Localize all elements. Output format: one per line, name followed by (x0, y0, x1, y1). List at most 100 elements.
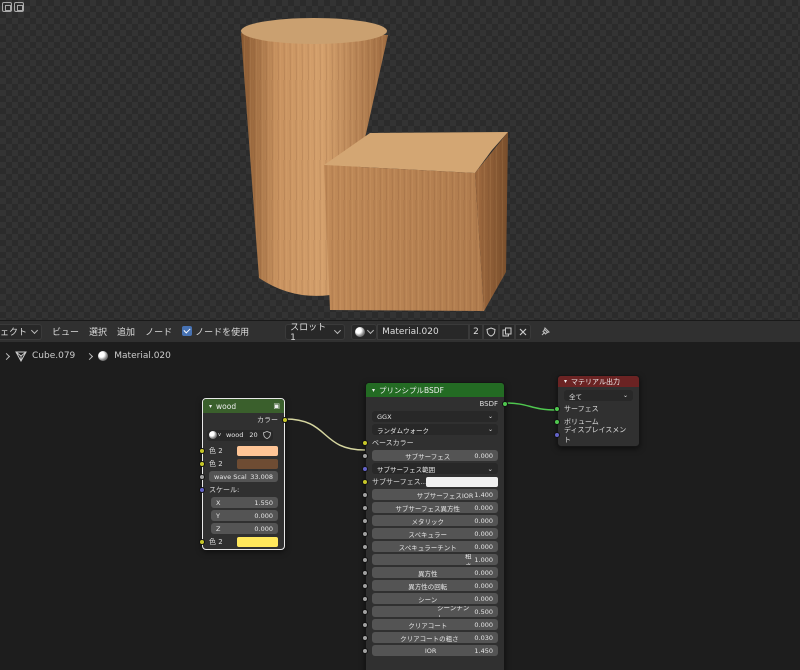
wave-scale-field[interactable]: wave Scal 33.008 (209, 471, 278, 482)
scale-z-value: 0.000 (254, 524, 273, 533)
output-node-header[interactable]: ▾ マテリアル出力 (558, 376, 639, 387)
bsdf-input-slider[interactable]: サブサーフェスIOR 1.400 (372, 489, 498, 500)
menu-add[interactable]: 追加 (117, 325, 135, 338)
texture-browse-button[interactable]: v (207, 429, 223, 441)
chevron-down-icon: ⌄ (487, 413, 493, 420)
bsdf-input-socket[interactable] (362, 582, 368, 589)
bsdf-input-row: 異方性の回転 0.000 (362, 579, 504, 592)
menu-node[interactable]: ノード (145, 325, 172, 338)
output-target-row: 全て ⌄ (558, 389, 639, 402)
bsdf-input-socket[interactable] (362, 452, 368, 459)
bsdf-input-slider[interactable]: スペキュラーチント 0.000 (372, 541, 498, 552)
editor-type-dropdown[interactable]: ェクト (0, 323, 43, 340)
bsdf-input-socket[interactable] (362, 491, 368, 498)
bsdf-input-slider[interactable]: 粗さ1.000 (372, 554, 498, 565)
material-browse-button[interactable] (351, 323, 378, 340)
bsdf-node-title: プリンシプルBSDF (379, 385, 444, 395)
base-color-row: ベースカラー (362, 436, 504, 449)
texture-name-field[interactable]: wood (222, 429, 247, 441)
output-target-dropdown[interactable]: 全て ⌄ (564, 390, 633, 401)
scale-z-field[interactable]: Z 0.000 (211, 523, 278, 534)
bsdf-input-socket[interactable] (362, 595, 368, 602)
color2-swatch[interactable] (237, 458, 278, 469)
unlink-material-button[interactable] (514, 323, 531, 340)
material-name-field[interactable]: Material.020 (377, 323, 470, 340)
bsdf-input-slider[interactable]: シーンチント 0.500 (372, 606, 498, 617)
bsdf-input-socket[interactable] (362, 608, 368, 615)
slot-dropdown[interactable]: スロット1 (285, 323, 346, 343)
surface-socket[interactable] (554, 405, 560, 412)
duplicate-material-button[interactable] (498, 323, 515, 340)
base-color-socket[interactable] (362, 439, 368, 446)
checkbox-icon[interactable] (182, 326, 193, 336)
scale-socket[interactable] (199, 486, 205, 493)
displacement-socket[interactable] (554, 431, 560, 438)
subsurface-method-dropdown[interactable]: ランダムウォーク ⌄ (372, 424, 498, 435)
bsdf-input-socket[interactable] (362, 465, 368, 472)
breadcrumb-material: Material.020 (114, 351, 171, 361)
output-color-socket[interactable] (282, 416, 288, 423)
menu-view[interactable]: ビュー (52, 325, 79, 338)
bsdf-input-socket[interactable] (362, 647, 368, 654)
menu-select[interactable]: 選択 (89, 325, 107, 338)
bsdf-input-socket[interactable] (362, 569, 368, 576)
bsdf-input-slider[interactable]: サブサーフェス 0.000 (372, 450, 498, 461)
bsdf-input-slider[interactable]: サブサーフェス異方性 0.000 (372, 502, 498, 513)
color1-swatch[interactable] (237, 445, 278, 456)
collapse-icon[interactable]: ▾ (209, 403, 212, 410)
fake-user-button[interactable] (482, 323, 499, 340)
bsdf-input-socket[interactable] (362, 478, 368, 485)
bsdf-input-slider[interactable]: 異方性 0.000 (372, 567, 498, 578)
bsdf-input-value: 0.000 (474, 581, 493, 590)
bsdf-input-socket[interactable] (362, 543, 368, 550)
bsdf-input-socket[interactable] (362, 504, 368, 511)
principled-bsdf-node[interactable]: ▾ プリンシプルBSDF BSDF GGX ⌄ ランダムウォーク ⌄ ベースカラ… (362, 382, 508, 670)
distribution-value: GGX (377, 412, 392, 421)
bsdf-output-socket[interactable] (502, 400, 508, 407)
bsdf-input-socket[interactable] (362, 530, 368, 537)
wave-scale-socket[interactable] (199, 473, 205, 480)
material-output-node[interactable]: ▾ マテリアル出力 全て ⌄ サーフェス ボリューム ディスプレイスメント (554, 375, 640, 447)
bsdf-input-slider[interactable]: IOR 1.450 (372, 645, 498, 656)
bsdf-input-socket[interactable] (362, 621, 368, 628)
subsurface-method-value: ランダムウォーク (377, 426, 429, 435)
pin-icon[interactable] (539, 326, 551, 338)
color1-socket[interactable] (199, 447, 205, 454)
node-editor-canvas[interactable]: ▾ wood ▣ カラー v wood 20 色 2 色 2 wave Scal… (0, 364, 800, 670)
wood-output-color-row: カラー (203, 413, 288, 426)
bsdf-input-slider[interactable]: 異方性の回転 0.000 (372, 580, 498, 591)
collapse-icon[interactable]: ▾ (564, 378, 567, 385)
bsdf-input-slider[interactable]: クリアコートの粗さ 0.030 (372, 632, 498, 643)
distribution-dropdown[interactable]: GGX ⌄ (372, 411, 498, 422)
scale-y-field[interactable]: Y 0.000 (211, 510, 278, 521)
wood-texture-node[interactable]: ▾ wood ▣ カラー v wood 20 色 2 色 2 wave Scal… (199, 398, 288, 550)
3d-viewport[interactable] (0, 0, 800, 320)
bsdf-input-slider[interactable]: スペキュラー 0.000 (372, 528, 498, 539)
link-color-to-basecolor (284, 418, 366, 451)
color3-socket[interactable] (199, 538, 205, 545)
use-nodes-toggle[interactable]: ノードを使用 (182, 325, 249, 338)
bsdf-input-dropdown[interactable]: サブサーフェス範囲 ⌄ (372, 463, 498, 474)
bsdf-input-socket[interactable] (362, 517, 368, 524)
node-preview-icon[interactable]: ▣ (273, 402, 280, 410)
wood-node-header[interactable]: ▾ wood ▣ (203, 399, 284, 413)
bsdf-input-socket[interactable] (362, 634, 368, 641)
texture-fake-user[interactable] (260, 429, 273, 441)
bsdf-input-slider[interactable]: クリアコート 0.000 (372, 619, 498, 630)
bsdf-node-header[interactable]: ▾ プリンシプルBSDF (366, 383, 504, 397)
bsdf-input-socket[interactable] (362, 556, 368, 563)
user-count-value: 2 (473, 326, 479, 337)
user-count[interactable]: 2 (469, 323, 483, 340)
subsurface-color-swatch[interactable] (426, 476, 498, 487)
color2-socket[interactable] (199, 460, 205, 467)
color3-swatch[interactable] (237, 536, 278, 547)
color2-label: 色 2 (209, 459, 223, 468)
bsdf-input-row: メタリック 0.000 (362, 514, 504, 527)
color3-label: 色 2 (209, 537, 223, 546)
volume-socket[interactable] (554, 418, 560, 425)
bsdf-input-slider[interactable]: メタリック 0.000 (372, 515, 498, 526)
collapse-icon[interactable]: ▾ (372, 387, 375, 394)
bsdf-input-slider[interactable]: シーン 0.000 (372, 593, 498, 604)
scale-x-field[interactable]: X 1.550 (211, 497, 278, 508)
texture-users[interactable]: 20 (246, 429, 261, 441)
